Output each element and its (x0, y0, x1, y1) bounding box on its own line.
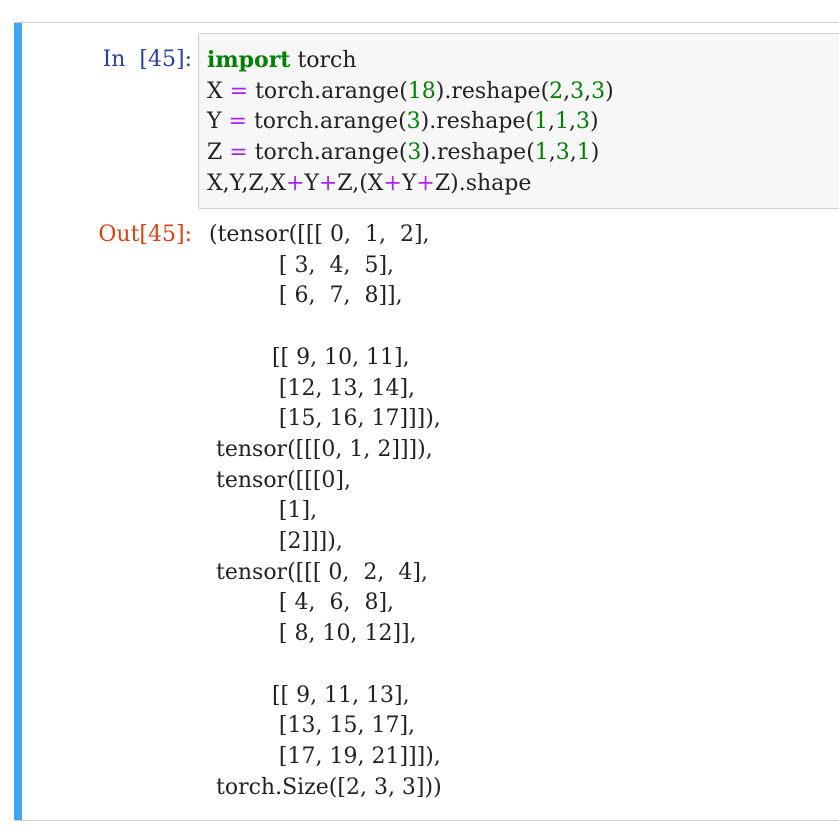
code-operator: + (416, 170, 435, 196)
code-token: torch.arange( (247, 140, 408, 166)
code-token: Z).shape (434, 170, 532, 196)
code-operator: + (285, 170, 305, 196)
code-token: ) (590, 109, 599, 135)
output-text: (tensor([[[ 0, 1, 2], [ 3, 4, 5], [ 6, 7… (209, 222, 442, 800)
code-token: Y (304, 170, 319, 196)
code-token: Y (207, 109, 229, 135)
code-token: ).reshape( (420, 109, 535, 135)
code-token: , (569, 109, 577, 135)
code-number: 3 (406, 109, 421, 135)
code-number: 18 (407, 78, 436, 104)
code-token: torch (290, 48, 357, 73)
code-block[interactable]: import torch X = torch.arange(18).reshap… (207, 45, 614, 200)
code-keyword: import (207, 47, 291, 73)
code-token: , (569, 140, 577, 166)
code-operator: = (229, 140, 248, 166)
code-token: ) (590, 140, 600, 166)
code-token: ) (605, 78, 614, 104)
code-token: , (548, 109, 556, 135)
code-operator: + (383, 170, 402, 196)
code-number: 1 (555, 109, 570, 135)
code-token: torch.arange( (248, 78, 408, 104)
code-token: X (207, 78, 230, 104)
code-line: import torch (207, 47, 357, 73)
code-number: 1 (576, 140, 591, 166)
code-line: Z = torch.arange(3).reshape(1,3,1) (207, 140, 599, 165)
code-line: X = torch.arange(18).reshape(2,3,3) (207, 79, 614, 104)
code-line: Y = torch.arange(3).reshape(1,1,3) (207, 109, 599, 134)
code-line: X,Y,Z,X+Y+Z,(X+Y+Z).shape (207, 171, 531, 196)
code-operator: + (318, 170, 338, 196)
code-number: 3 (576, 109, 591, 135)
code-input-area[interactable]: import torch X = torch.arange(18).reshap… (198, 33, 839, 209)
code-token: X,Y,Z,X (207, 170, 286, 196)
code-token: torch.arange( (246, 109, 407, 135)
code-operator: = (228, 109, 247, 135)
code-number: 3 (591, 78, 606, 104)
cell-selection-bar (14, 23, 22, 820)
code-token: ).reshape( (435, 78, 550, 104)
code-token: Z (207, 140, 230, 166)
code-number: 1 (534, 109, 549, 135)
code-number: 3 (555, 140, 570, 166)
code-number: 3 (570, 78, 585, 104)
code-number: 2 (549, 78, 564, 104)
code-operator: = (229, 78, 249, 104)
output-prompt: Out[45]: (98, 222, 192, 247)
code-number: 1 (534, 140, 549, 166)
code-token: Y (401, 170, 417, 196)
input-prompt: In [45]: (102, 47, 192, 72)
code-token: ).reshape( (421, 140, 535, 166)
code-number: 3 (407, 140, 422, 166)
code-token: Z,(X (337, 170, 384, 196)
code-token: , (548, 140, 556, 166)
notebook-cell[interactable]: In [45]: import torch X = torch.arange(1… (14, 22, 839, 821)
